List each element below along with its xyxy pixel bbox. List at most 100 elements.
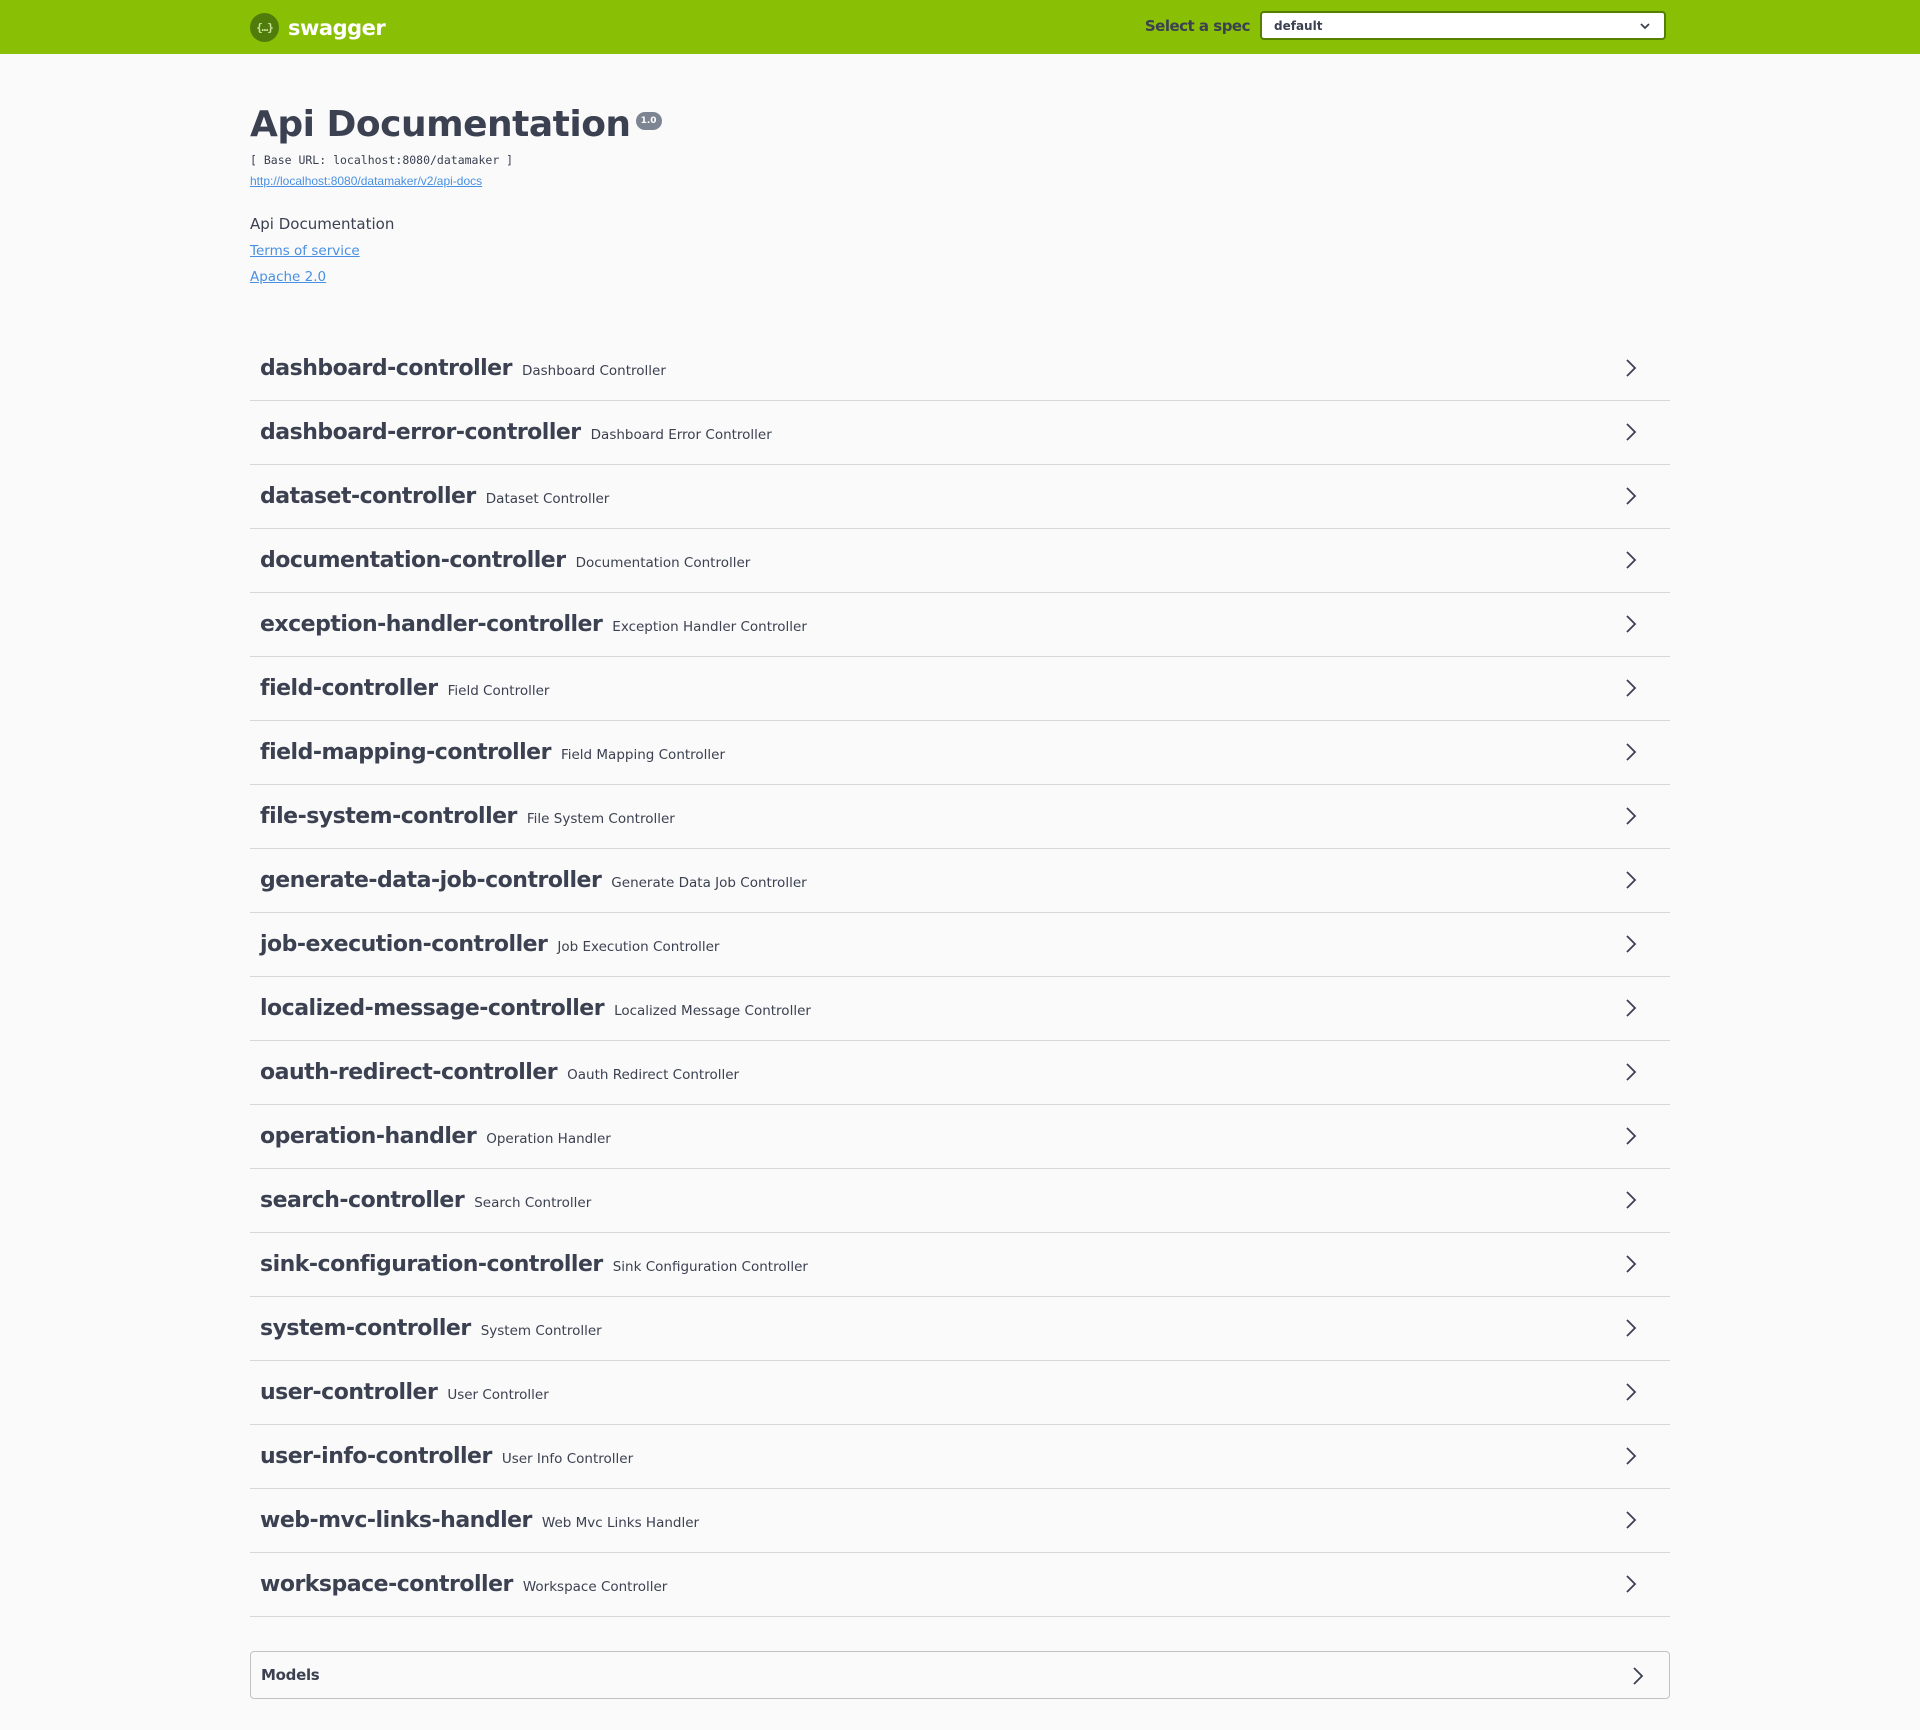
chevron-right-icon[interactable] bbox=[1622, 357, 1640, 379]
chevron-right-icon[interactable] bbox=[1622, 1381, 1640, 1403]
controller-row-search-controller[interactable]: search-controller Search Controller bbox=[250, 1169, 1670, 1233]
controller-row-documentation-controller[interactable]: documentation-controller Documentation Co… bbox=[250, 529, 1670, 593]
controller-name: workspace-controller bbox=[260, 1572, 513, 1597]
controller-heading: field-controller Field Controller bbox=[260, 676, 549, 701]
info-section: Api Documentation 1.0 [ Base URL: localh… bbox=[250, 100, 1670, 285]
controller-row-field-mapping-controller[interactable]: field-mapping-controller Field Mapping Co… bbox=[250, 721, 1670, 785]
controller-name: search-controller bbox=[260, 1188, 465, 1213]
controller-heading: localized-message-controller Localized Me… bbox=[260, 996, 811, 1021]
controller-name: web-mvc-links-handler bbox=[260, 1508, 532, 1533]
chevron-right-icon[interactable] bbox=[1622, 1253, 1640, 1275]
controller-description: Dashboard Error Controller bbox=[590, 427, 772, 443]
controller-heading: dashboard-error-controller Dashboard Erro… bbox=[260, 420, 772, 445]
controller-heading: dataset-controller Dataset Controller bbox=[260, 484, 609, 509]
controller-name: dataset-controller bbox=[260, 484, 476, 509]
controller-heading: user-controller User Controller bbox=[260, 1380, 549, 1405]
controller-heading: web-mvc-links-handler Web Mvc Links Handl… bbox=[260, 1508, 699, 1533]
controller-row-user-controller[interactable]: user-controller User Controller bbox=[250, 1361, 1670, 1425]
chevron-right-icon[interactable] bbox=[1622, 613, 1640, 635]
controller-row-localized-message-controller[interactable]: localized-message-controller Localized Me… bbox=[250, 977, 1670, 1041]
chevron-right-icon[interactable] bbox=[1622, 869, 1640, 891]
page-title: Api Documentation bbox=[250, 104, 631, 145]
controller-heading: exception-handler-controller Exception Ha… bbox=[260, 612, 807, 637]
controller-name: sink-configuration-controller bbox=[260, 1252, 603, 1277]
controller-description: Operation Handler bbox=[486, 1131, 611, 1147]
spec-select[interactable]: default bbox=[1260, 11, 1666, 40]
terms-of-service-link[interactable]: Terms of service bbox=[250, 243, 1670, 259]
chevron-right-icon[interactable] bbox=[1622, 677, 1640, 699]
license-link[interactable]: Apache 2.0 bbox=[250, 269, 1670, 285]
chevron-right-icon[interactable] bbox=[1622, 485, 1640, 507]
controller-row-job-execution-controller[interactable]: job-execution-controller Job Execution Co… bbox=[250, 913, 1670, 977]
chevron-right-icon[interactable] bbox=[1622, 933, 1640, 955]
models-section[interactable]: Models bbox=[250, 1651, 1670, 1699]
controller-name: file-system-controller bbox=[260, 804, 517, 829]
brand-name: swagger bbox=[288, 15, 386, 40]
controller-heading: oauth-redirect-controller Oauth Redirect … bbox=[260, 1060, 739, 1085]
controller-name: field-controller bbox=[260, 676, 438, 701]
controller-description: Dataset Controller bbox=[485, 491, 610, 507]
controller-list: dashboard-controller Dashboard Controller… bbox=[250, 337, 1670, 1617]
controller-row-user-info-controller[interactable]: user-info-controller User Info Controller bbox=[250, 1425, 1670, 1489]
controller-description: Workspace Controller bbox=[522, 1579, 668, 1595]
controller-heading: workspace-controller Workspace Controller bbox=[260, 1572, 667, 1597]
chevron-right-icon[interactable] bbox=[1622, 1445, 1640, 1467]
swagger-logo-icon: {…} bbox=[250, 13, 279, 42]
controller-description: Job Execution Controller bbox=[557, 939, 720, 955]
controller-row-dataset-controller[interactable]: dataset-controller Dataset Controller bbox=[250, 465, 1670, 529]
api-description: Api Documentation bbox=[250, 215, 395, 233]
controller-row-dashboard-error-controller[interactable]: dashboard-error-controller Dashboard Erro… bbox=[250, 401, 1670, 465]
controller-row-oauth-redirect-controller[interactable]: oauth-redirect-controller Oauth Redirect … bbox=[250, 1041, 1670, 1105]
controller-heading: dashboard-controller Dashboard Controller bbox=[260, 356, 666, 381]
controller-description: Generate Data Job Controller bbox=[611, 875, 807, 891]
controller-name: documentation-controller bbox=[260, 548, 566, 573]
controller-row-field-controller[interactable]: field-controller Field Controller bbox=[250, 657, 1670, 721]
chevron-down-icon bbox=[1640, 23, 1650, 30]
controller-row-sink-configuration-controller[interactable]: sink-configuration-controller Sink Config… bbox=[250, 1233, 1670, 1297]
spec-select-label: Select a spec bbox=[1144, 17, 1251, 35]
chevron-right-icon[interactable] bbox=[1622, 1125, 1640, 1147]
controller-description: Search Controller bbox=[474, 1195, 592, 1211]
chevron-right-icon[interactable] bbox=[1622, 805, 1640, 827]
controller-name: job-execution-controller bbox=[260, 932, 548, 957]
chevron-right-icon[interactable] bbox=[1622, 1189, 1640, 1211]
controller-heading: job-execution-controller Job Execution Co… bbox=[260, 932, 719, 957]
chevron-right-icon[interactable] bbox=[1622, 421, 1640, 443]
controller-name: user-controller bbox=[260, 1380, 438, 1405]
controller-heading: generate-data-job-controller Generate Dat… bbox=[260, 868, 807, 893]
controller-heading: operation-handler Operation Handler bbox=[260, 1124, 611, 1149]
controller-description: Sink Configuration Controller bbox=[612, 1259, 808, 1275]
controller-name: field-mapping-controller bbox=[260, 740, 551, 765]
swagger-logo[interactable]: {…} swagger bbox=[250, 13, 386, 42]
chevron-right-icon[interactable] bbox=[1622, 741, 1640, 763]
controller-description: Oauth Redirect Controller bbox=[567, 1067, 740, 1083]
controller-name: system-controller bbox=[260, 1316, 471, 1341]
controller-row-operation-handler[interactable]: operation-handler Operation Handler bbox=[250, 1105, 1670, 1169]
controller-heading: system-controller System Controller bbox=[260, 1316, 602, 1341]
controller-name: user-info-controller bbox=[260, 1444, 492, 1469]
controller-row-generate-data-job-controller[interactable]: generate-data-job-controller Generate Dat… bbox=[250, 849, 1670, 913]
controller-row-workspace-controller[interactable]: workspace-controller Workspace Controller bbox=[250, 1553, 1670, 1617]
chevron-right-icon[interactable] bbox=[1622, 1509, 1640, 1531]
controller-description: Field Mapping Controller bbox=[560, 747, 726, 763]
api-docs-link[interactable]: http://localhost:8080/datamaker/v2/api-d… bbox=[250, 174, 482, 188]
controller-name: operation-handler bbox=[260, 1124, 477, 1149]
controller-heading: user-info-controller User Info Controller bbox=[260, 1444, 633, 1469]
controller-description: Exception Handler Controller bbox=[612, 619, 807, 635]
chevron-right-icon[interactable] bbox=[1622, 549, 1640, 571]
chevron-right-icon[interactable] bbox=[1622, 1317, 1640, 1339]
version-badge: 1.0 bbox=[635, 112, 662, 130]
controller-row-web-mvc-links-handler[interactable]: web-mvc-links-handler Web Mvc Links Handl… bbox=[250, 1489, 1670, 1553]
controller-row-exception-handler-controller[interactable]: exception-handler-controller Exception Ha… bbox=[250, 593, 1670, 657]
controller-description: Documentation Controller bbox=[575, 555, 751, 571]
controller-heading: documentation-controller Documentation Co… bbox=[260, 548, 750, 573]
controller-row-system-controller[interactable]: system-controller System Controller bbox=[250, 1297, 1670, 1361]
controller-description: File System Controller bbox=[526, 811, 675, 827]
controller-row-dashboard-controller[interactable]: dashboard-controller Dashboard Controller bbox=[250, 337, 1670, 401]
chevron-right-icon[interactable] bbox=[1622, 997, 1640, 1019]
chevron-right-icon[interactable] bbox=[1622, 1061, 1640, 1083]
controller-name: localized-message-controller bbox=[260, 996, 605, 1021]
topbar-inner: {…} swagger Select a spec default bbox=[250, 0, 1670, 54]
chevron-right-icon[interactable] bbox=[1622, 1573, 1640, 1595]
controller-row-file-system-controller[interactable]: file-system-controller File System Contro… bbox=[250, 785, 1670, 849]
